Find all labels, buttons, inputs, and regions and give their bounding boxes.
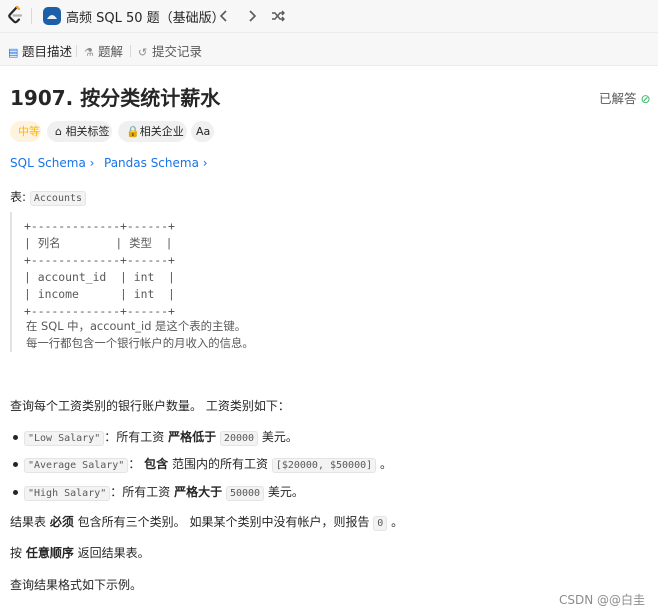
check-circle-icon: ⊘ [640, 92, 651, 106]
difficulty-badge: 中等 [10, 121, 41, 142]
list-item: "High Salary" ：所有工资 严格大于 50000 美元。 [24, 483, 304, 501]
leetcode-logo-icon[interactable] [6, 5, 26, 25]
schema-table-text: +-------------+------+ | 列名 | 类型 | +----… [24, 219, 175, 318]
watermark: CSDN @@白圭 [559, 593, 646, 607]
prev-problem-icon[interactable] [215, 7, 233, 25]
tab-submissions[interactable]: ↺ 提交记录 [138, 41, 202, 60]
table-name-code: Accounts [29, 191, 87, 206]
top-bar: 高频 SQL 50 题（基础版） [0, 0, 658, 33]
format-text: 查询结果格式如下示例。 [10, 578, 143, 592]
study-plan-title[interactable]: 高频 SQL 50 题（基础版） [66, 7, 225, 26]
sql-schema-link[interactable]: SQL Schema › [10, 156, 94, 170]
shuffle-icon[interactable] [269, 7, 287, 25]
solved-status: 已解答 ⊘ [599, 91, 651, 106]
divider [76, 45, 77, 57]
tag-icon: ⌂ [55, 125, 62, 138]
tab-description[interactable]: ▤ 题目描述 [8, 41, 72, 60]
bullet-dot [13, 462, 18, 467]
tab-bar: ▤ 题目描述 ⚗ 题解 ↺ 提交记录 [0, 33, 658, 66]
tab-solutions[interactable]: ⚗ 题解 [84, 41, 123, 60]
chevron-right-icon: › [89, 156, 95, 170]
study-plan-icon[interactable] [43, 7, 61, 25]
result-requirement-text: 结果表 必须 包含所有三个类别。 如果某个类别中没有帐户，则报告 0 。 [10, 515, 404, 531]
pandas-schema-link[interactable]: Pandas Schema › [104, 156, 208, 170]
chevron-right-icon: › [202, 156, 208, 170]
table-label: 表: Accounts [10, 188, 87, 206]
translate-button[interactable]: Aa [191, 121, 214, 142]
bullet-dot [13, 435, 18, 440]
order-text: 按 任意顺序 返回结果表。 [10, 546, 150, 560]
list-item: "Low Salary" ：所有工资 严格低于 20000 美元。 [24, 428, 298, 446]
schema-note-primary-key: 在 SQL 中，account_id 是这个表的主键。 [26, 319, 247, 333]
next-problem-icon[interactable] [243, 7, 261, 25]
divider [31, 8, 32, 24]
related-companies-button[interactable]: 🔒相关企业 [118, 121, 187, 142]
history-icon: ↺ [138, 46, 148, 59]
bullet-dot [13, 490, 18, 495]
related-topics-button[interactable]: ⌂ 相关标签 [47, 121, 112, 142]
list-item: "Average Salary"： 包含 范围内的所有工资 [$20000, $… [24, 455, 392, 473]
divider [130, 45, 131, 57]
intro-text: 查询每个工资类别的银行账户数量。 工资类别如下： [10, 399, 290, 413]
flask-icon: ⚗ [84, 46, 94, 59]
schema-code-block: +-------------+------+ | 列名 | 类型 | +----… [10, 212, 292, 352]
document-icon: ▤ [8, 46, 19, 59]
problem-title: 1907. 按分类统计薪水 [10, 86, 221, 110]
lock-icon: 🔒 [126, 125, 140, 138]
schema-note-row-info: 每一行都包含一个银行帐户的月收入的信息。 [26, 336, 254, 350]
